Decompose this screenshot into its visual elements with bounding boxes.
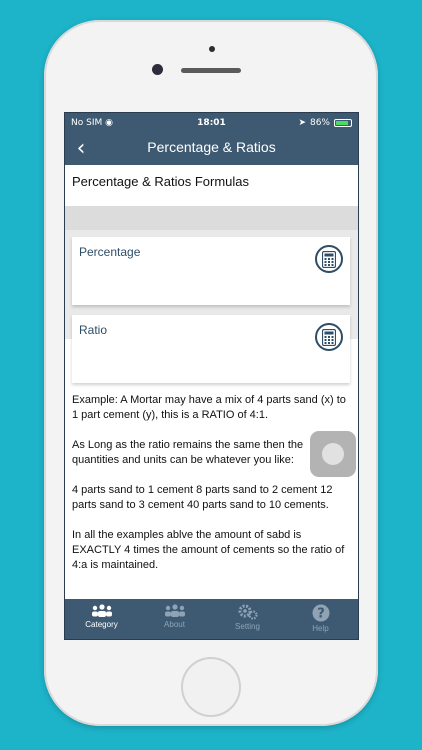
app-screen: No SIM ◉ 18:01 ➤ 86% ‹ Percentage & Rati…	[65, 113, 358, 639]
section-title: Percentage & Ratios Formulas	[72, 174, 250, 189]
location-icon: ➤	[298, 118, 306, 128]
tab-label: Help	[312, 624, 329, 633]
section-header: Percentage & Ratios Formulas	[65, 165, 358, 206]
tab-help[interactable]: ? Help	[284, 599, 357, 639]
nav-bar: ‹ Percentage & Ratios	[65, 133, 358, 165]
card-percentage[interactable]: Percentage	[72, 237, 350, 305]
card-label: Percentage	[79, 245, 141, 259]
gears-icon	[238, 604, 258, 620]
paragraph: Example: A Mortar may have a mix of 4 pa…	[72, 394, 346, 421]
people-icon	[91, 604, 112, 617]
content-area: Percentage & Ratios Formulas Percentage …	[65, 165, 358, 599]
paragraph: 4 parts sand to 1 cement 8 parts sand to…	[72, 484, 333, 511]
calculator-icon[interactable]	[315, 245, 343, 273]
earpiece-speaker	[181, 68, 241, 73]
question-icon: ?	[312, 604, 329, 622]
tab-label: Category	[85, 620, 118, 629]
svg-text:?: ?	[317, 607, 325, 622]
home-button[interactable]	[181, 657, 241, 717]
status-bar: No SIM ◉ 18:01 ➤ 86%	[65, 113, 358, 133]
front-sensor	[209, 46, 215, 52]
group-icon	[164, 604, 185, 617]
section-divider	[65, 206, 358, 230]
assistive-touch-button[interactable]	[310, 431, 356, 477]
battery-percent: 86%	[309, 118, 330, 128]
tab-label: About	[164, 620, 185, 629]
tab-bar: Category About Setting ? Help	[65, 599, 358, 639]
tab-label: Setting	[235, 622, 260, 631]
front-camera	[152, 64, 163, 75]
tab-about[interactable]: About	[138, 599, 211, 639]
paragraph: In all the examples ablve the amount of …	[72, 529, 345, 571]
page-title: Percentage & Ratios	[147, 139, 276, 155]
card-label: Ratio	[79, 323, 108, 337]
tab-setting[interactable]: Setting	[211, 599, 284, 639]
card-ratio[interactable]: Ratio	[72, 315, 350, 383]
calculator-icon[interactable]	[315, 323, 343, 351]
formula-text: Example: A Mortar may have a mix of 4 pa…	[72, 393, 352, 588]
tab-category[interactable]: Category	[65, 599, 138, 639]
battery-icon	[334, 119, 352, 127]
